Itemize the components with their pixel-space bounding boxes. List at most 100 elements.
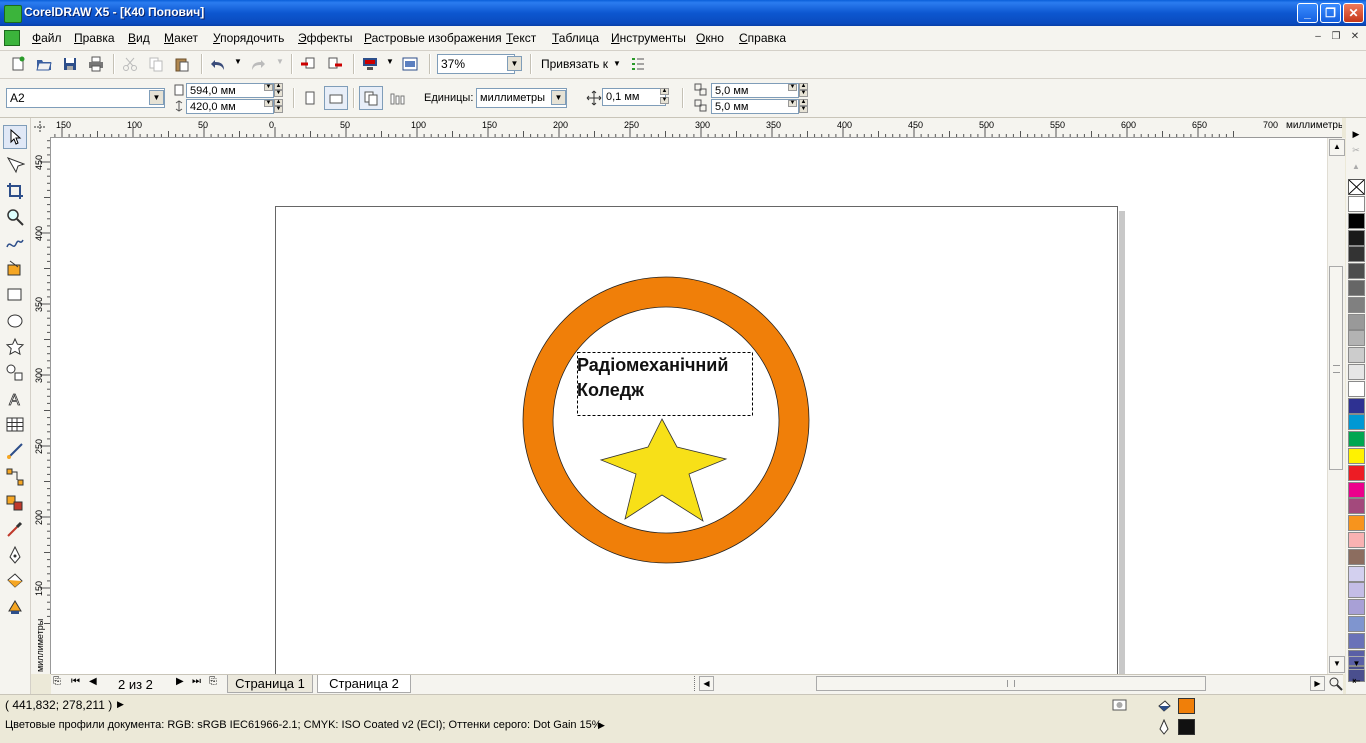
previous-page-button[interactable]: ◀	[89, 676, 97, 687]
scroll-up-button[interactable]: ▲	[1329, 139, 1345, 156]
tab-splitter[interactable]	[694, 676, 698, 691]
palette-swatch[interactable]	[1348, 296, 1365, 313]
add-page-before-icon[interactable]: ⎘	[53, 676, 67, 690]
palette-scroll-left-button[interactable]: ▶	[1348, 127, 1364, 141]
vertical-ruler[interactable]: миллиметры 450 400 350 300 250 200 150	[31, 137, 51, 674]
menu-edit[interactable]: Правка	[74, 31, 115, 45]
next-page-button[interactable]: ▶	[176, 676, 184, 687]
tab-page-1[interactable]: Страница 1	[227, 675, 313, 693]
menu-bitmaps[interactable]: Растровые изображения	[364, 31, 502, 45]
ruler-origin[interactable]	[31, 118, 51, 138]
doc-restore-button[interactable]: ❐	[1329, 30, 1343, 44]
freehand-tool-icon[interactable]	[5, 233, 25, 253]
width-spin-up[interactable]: ▲	[274, 83, 283, 90]
text-line-2[interactable]: Коледж	[577, 380, 644, 400]
add-page-after-icon[interactable]: ⎘	[209, 676, 223, 690]
shape-tool-icon[interactable]	[5, 155, 25, 175]
paper-size-dropdown-arrow[interactable]: ▼	[149, 90, 164, 105]
undo-icon[interactable]	[210, 56, 226, 72]
units-dropdown-arrow[interactable]: ▼	[551, 90, 566, 105]
palette-swatch[interactable]	[1348, 616, 1365, 632]
crop-tool-icon[interactable]	[5, 181, 25, 201]
duplicate-x-field[interactable]: 5,0 мм	[711, 83, 799, 98]
document-icon[interactable]	[4, 30, 20, 46]
palette-swatch[interactable]	[1348, 548, 1365, 565]
outline-pen-tool-icon[interactable]	[5, 545, 25, 565]
scroll-right-button[interactable]: ▶	[1310, 676, 1325, 691]
palette-swatch[interactable]	[1348, 532, 1365, 548]
text-tool-icon[interactable]: A	[5, 389, 25, 409]
redo-dropdown-arrow[interactable]: ▼	[276, 57, 284, 66]
menu-window[interactable]: Окно	[696, 31, 724, 45]
welcome-screen-icon[interactable]	[402, 56, 418, 72]
menu-effects[interactable]: Эффекты	[298, 31, 353, 45]
close-button[interactable]: ✕	[1343, 3, 1364, 23]
snap-dropdown-arrow[interactable]: ▼	[613, 59, 621, 68]
height-dropdown[interactable]: ▼	[264, 100, 273, 107]
zoom-level-select[interactable]: 37%	[437, 54, 515, 74]
nudge-spin-up[interactable]: ▲	[660, 88, 669, 95]
palette-swatch[interactable]	[1348, 196, 1365, 212]
cut-icon[interactable]	[122, 56, 138, 72]
menu-tools[interactable]: Инструменты	[611, 31, 686, 45]
rectangle-tool-icon[interactable]	[5, 285, 25, 305]
landscape-orientation-button[interactable]	[324, 86, 348, 110]
paste-icon[interactable]	[174, 56, 190, 72]
palette-scroll-down-button[interactable]: ▼	[1348, 656, 1365, 670]
undo-dropdown-arrow[interactable]: ▼	[234, 57, 242, 66]
doc-minimize-button[interactable]: –	[1311, 30, 1325, 44]
snap-to-button[interactable]: Привязать к	[541, 57, 608, 71]
options-icon[interactable]	[630, 56, 646, 72]
current-page-icon[interactable]	[389, 90, 405, 106]
palette-swatch[interactable]	[1348, 448, 1365, 464]
palette-swatch[interactable]	[1348, 229, 1365, 246]
duplicate-y-field[interactable]: 5,0 мм	[711, 99, 799, 114]
first-page-button[interactable]: ⏮	[71, 676, 80, 687]
duplicate-x-spin-up[interactable]: ▲	[799, 83, 808, 90]
duplicate-y-dropdown[interactable]: ▼	[788, 100, 797, 107]
horizontal-scroll-thumb[interactable]	[816, 676, 1206, 691]
menu-view[interactable]: Вид	[128, 31, 150, 45]
dimension-tool-icon[interactable]	[5, 441, 25, 461]
palette-swatch[interactable]	[1348, 582, 1365, 599]
basic-shapes-tool-icon[interactable]	[5, 363, 25, 383]
palette-scroll-up-button[interactable]: ▲	[1348, 162, 1364, 174]
width-spin-down[interactable]: ▼	[274, 90, 283, 97]
palette-options-icon[interactable]: ✂	[1348, 143, 1364, 157]
fill-tool-icon[interactable]	[5, 571, 25, 591]
ellipse-tool-icon[interactable]	[5, 311, 25, 331]
doc-close-button[interactable]: ✕	[1348, 30, 1362, 44]
current-fill-swatch[interactable]	[1178, 698, 1195, 714]
palette-swatch[interactable]	[1348, 380, 1365, 397]
vertical-scrollbar[interactable]: ▲ ▼	[1327, 138, 1345, 674]
duplicate-y-spin-down[interactable]: ▼	[799, 106, 808, 113]
connector-tool-icon[interactable]	[5, 467, 25, 487]
menu-layout[interactable]: Макет	[164, 31, 198, 45]
drawing-surface[interactable]: Радіомеханічний Коледж	[51, 138, 1327, 674]
zoom-dropdown-arrow[interactable]: ▼	[507, 56, 522, 71]
palette-swatch[interactable]	[1348, 364, 1365, 380]
table-tool-icon[interactable]	[5, 415, 25, 435]
coordinates-expand-arrow[interactable]: ▶	[117, 699, 124, 710]
color-profiles-expand-arrow[interactable]: ▶	[598, 720, 605, 731]
maximize-button[interactable]: ❐	[1320, 3, 1341, 23]
palette-swatch[interactable]	[1348, 599, 1365, 616]
palette-swatch[interactable]	[1348, 632, 1365, 649]
duplicate-x-spin-down[interactable]: ▼	[799, 90, 808, 97]
height-spin-up[interactable]: ▲	[274, 99, 283, 106]
text-line-1[interactable]: Радіомеханічний	[577, 355, 728, 375]
minimize-button[interactable]: _	[1297, 3, 1318, 23]
palette-swatch[interactable]	[1348, 212, 1365, 229]
palette-swatch[interactable]	[1348, 397, 1365, 414]
nudge-spin-down[interactable]: ▼	[660, 97, 669, 104]
all-pages-button[interactable]	[359, 86, 383, 110]
menu-help[interactable]: Справка	[739, 31, 786, 45]
print-icon[interactable]	[88, 56, 104, 72]
current-outline-swatch[interactable]	[1178, 719, 1195, 735]
zoom-tool-icon[interactable]	[5, 207, 25, 227]
vertical-scroll-thumb[interactable]	[1329, 266, 1343, 470]
paper-size-select[interactable]: A2	[6, 88, 165, 108]
launcher-dropdown-arrow[interactable]: ▼	[386, 57, 394, 66]
menu-table[interactable]: Таблица	[552, 31, 599, 45]
palette-expand-button[interactable]: ⇤	[1348, 674, 1365, 690]
